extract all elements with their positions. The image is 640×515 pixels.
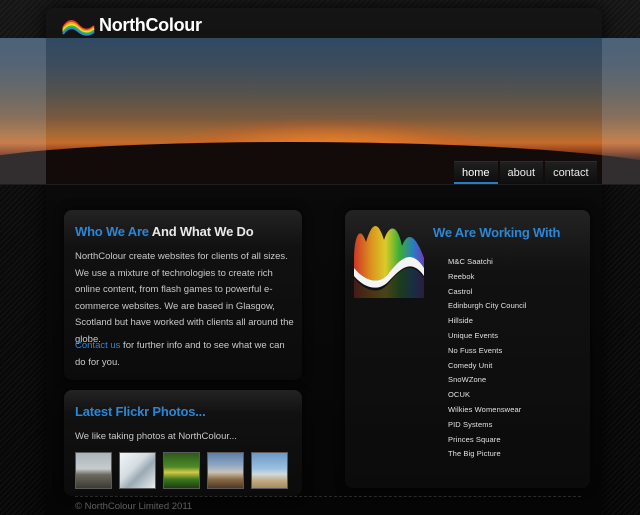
flickr-thumbnail[interactable] [75, 452, 112, 489]
who-heading-blue: Who We Are [75, 224, 149, 239]
client-item: Wilkies Womenswear [448, 404, 522, 414]
client-item: PID Systems [448, 419, 493, 429]
site-logo[interactable]: NorthColour [62, 12, 202, 38]
contact-us-link[interactable]: Contact us [75, 340, 120, 351]
client-item: The Big Picture [448, 449, 501, 459]
who-heading: Who We Are And What We Do [75, 224, 254, 239]
nav-divider [0, 184, 640, 185]
client-item: Hillside [448, 316, 473, 326]
client-item: Castrol [448, 286, 473, 296]
nav-tab-home[interactable]: home [454, 161, 498, 184]
banner-edge-left [0, 38, 46, 184]
flickr-thumbnail[interactable] [163, 452, 200, 489]
client-item: OCUK [448, 390, 471, 400]
client-item: Reebok [448, 271, 475, 281]
client-item: Edinburgh City Council [448, 301, 527, 311]
who-heading-white: And What We Do [151, 224, 254, 239]
contact-paragraph: Contact us for further info and to see w… [75, 338, 297, 371]
footer-copyright: © NorthColour Limited 2011 [75, 501, 193, 512]
flickr-thumbnail[interactable] [207, 452, 244, 489]
flickr-thumbnail[interactable] [251, 452, 288, 489]
client-item: Princes Square [448, 434, 501, 444]
main-nav: home about contact [452, 161, 597, 184]
flickr-thumbnails [75, 452, 295, 489]
rainbow-wave-icon [62, 20, 95, 36]
banner-edge-right [602, 38, 640, 184]
client-item: SnoWZone [448, 375, 487, 385]
client-item: Unique Events [448, 330, 499, 340]
nav-tab-about[interactable]: about [499, 161, 544, 184]
flickr-heading: Latest Flickr Photos... [75, 404, 206, 419]
client-item: Comedy Unit [448, 360, 493, 370]
clients-heading: We Are Working With [433, 225, 561, 240]
logo-text: NorthColour [99, 14, 202, 35]
clients-list: M&C Saatchi Reebok Castrol Edinburgh Cit… [448, 255, 527, 462]
nav-tab-contact[interactable]: contact [545, 161, 597, 184]
flickr-thumbnail[interactable] [119, 452, 156, 489]
client-item: No Fuss Events [448, 345, 503, 355]
who-paragraph: NorthColour create websites for clients … [75, 251, 294, 345]
rainbow-wave-icon [354, 225, 424, 298]
flickr-text: We like taking photos at NorthColour... [75, 431, 237, 442]
footer-divider [75, 496, 581, 497]
client-item: M&C Saatchi [448, 257, 493, 266]
